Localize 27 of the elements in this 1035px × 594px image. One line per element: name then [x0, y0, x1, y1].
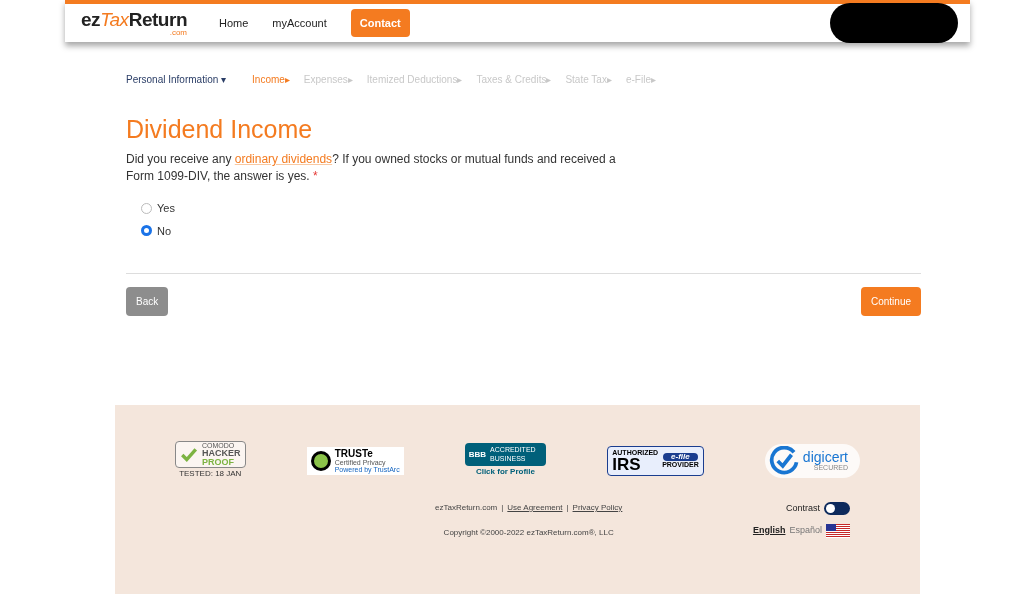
- language-link[interactable]: English: [752, 523, 786, 538]
- flag-icon: [826, 523, 850, 538]
- radio-button[interactable]: [141, 202, 152, 214]
- link-separator: |: [566, 502, 569, 514]
- language-link[interactable]: Español: [789, 523, 822, 538]
- step-link[interactable]: Personal Information ▾: [126, 72, 227, 87]
- footer-link[interactable]: Use Agreement: [507, 502, 563, 514]
- option-label: Yes: [157, 201, 175, 216]
- link-separator: |: [501, 502, 504, 514]
- page-title: Dividend Income: [126, 117, 314, 142]
- contact-button[interactable]: Contact: [350, 8, 410, 38]
- contrast-label: Contrast: [786, 502, 820, 515]
- question-text: Did you receive any ordinary dividends? If you owned stocks or mutual funds and received a Form 1099-DIV, the answer is yes. *: [126, 151, 617, 185]
- step-link[interactable]: Income▸: [252, 72, 290, 87]
- site-name: ezTaxReturn.com: [435, 502, 498, 514]
- back-button[interactable]: Back: [126, 287, 169, 316]
- required-mark: *: [312, 169, 318, 183]
- contrast-toggle[interactable]: [824, 502, 850, 516]
- copyright-text: Copyright ©2000-2022 ezTaxReturn.com®, LLC: [443, 527, 614, 539]
- nav-link[interactable]: myAccount: [272, 14, 327, 32]
- ordinary-dividends-link[interactable]: ordinary dividends: [234, 152, 333, 166]
- nav-link[interactable]: Home: [219, 14, 249, 32]
- site-logo[interactable]: ezTaxReturn .com: [81, 9, 187, 37]
- radio-button[interactable]: [141, 225, 152, 237]
- footer-link[interactable]: Privacy Policy: [572, 502, 623, 514]
- option-label: No: [157, 223, 172, 239]
- continue-button[interactable]: Continue: [860, 287, 921, 316]
